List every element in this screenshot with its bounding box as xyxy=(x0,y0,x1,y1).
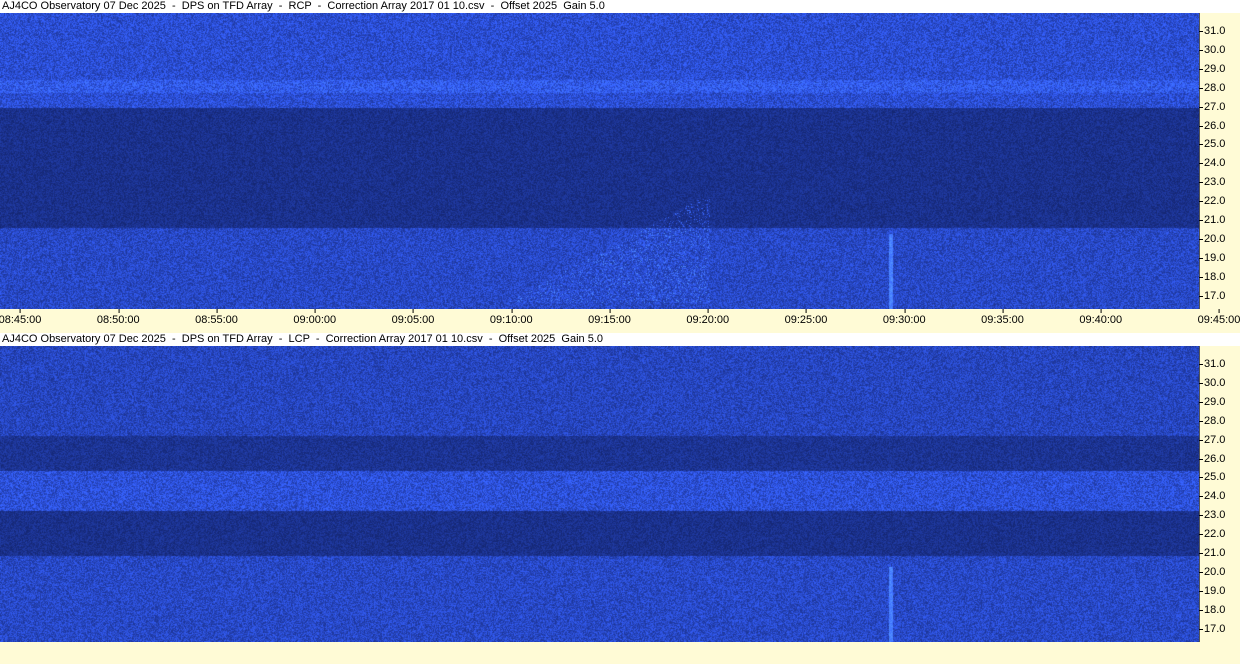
time-tick-label: 09:15:00 xyxy=(588,309,631,326)
frequency-tick-label: 23.0 xyxy=(1198,509,1226,522)
frequency-tick-label: 18.0 xyxy=(1198,603,1226,616)
frequency-tick-label: 31.0 xyxy=(1198,25,1226,37)
rcp-panel-title: AJ4CO Observatory 07 Dec 2025 - DPS on T… xyxy=(0,0,1240,13)
time-tick-label: 09:00:00 xyxy=(293,309,337,326)
lcp-panel-title: AJ4CO Observatory 07 Dec 2025 - DPS on T… xyxy=(0,333,1240,346)
frequency-tick-label: 27.0 xyxy=(1198,100,1226,113)
frequency-tick-label: 24.0 xyxy=(1198,157,1226,170)
frequency-tick-label: 28.0 xyxy=(1198,81,1226,94)
time-tick-label: 08:55:00 xyxy=(195,309,238,326)
lcp-frequency-axis: 31.0 30.0 29.0 28.0 27.0 26.0 25.0 24.0 23.0 22.0… xyxy=(1198,346,1240,642)
frequency-tick-label: 23.0 xyxy=(1198,176,1226,189)
rcp-time-axis: 08:45:00 08:50:00 08:55:00 09:00:00 09:05:00… xyxy=(0,309,1240,330)
frequency-tick-label: 26.0 xyxy=(1198,119,1226,132)
rcp-spectrogram[interactable] xyxy=(0,13,1199,309)
time-tick-label: 09:10:00 xyxy=(489,309,533,326)
frequency-tick-label: 30.0 xyxy=(1198,376,1226,389)
frequency-tick-label: 31.0 xyxy=(1198,358,1226,370)
time-tick-label: 09:05:00 xyxy=(391,309,435,326)
frequency-tick-label: 17.0 xyxy=(1198,622,1226,635)
time-tick-label: 09:30:00 xyxy=(882,309,926,326)
frequency-tick-label: 24.0 xyxy=(1198,490,1226,503)
frequency-tick-label: 25.0 xyxy=(1198,138,1226,151)
frequency-tick-label: 25.0 xyxy=(1198,471,1226,484)
frequency-tick-label: 30.0 xyxy=(1198,43,1226,56)
time-tick-label: 09:20:00 xyxy=(686,309,730,326)
frequency-tick-label: 21.0 xyxy=(1198,547,1226,559)
frequency-tick-label: 29.0 xyxy=(1198,62,1226,75)
time-tick-label: 09:40:00 xyxy=(1079,309,1123,326)
frequency-tick-label: 22.0 xyxy=(1198,195,1226,208)
time-tick-label: 09:25:00 xyxy=(784,309,828,326)
frequency-tick-label: 27.0 xyxy=(1198,433,1226,446)
frequency-tick-label: 29.0 xyxy=(1198,395,1226,408)
frequency-tick-label: 26.0 xyxy=(1198,452,1226,465)
time-tick-label: 09:45:00 xyxy=(1197,309,1240,326)
lcp-time-axis xyxy=(0,642,1240,664)
frequency-tick-label: 21.0 xyxy=(1198,214,1226,226)
time-tick-label: 08:45:00 xyxy=(0,309,42,326)
time-tick-label: 09:35:00 xyxy=(981,309,1024,326)
rcp-frequency-axis: 31.0 30.0 29.0 28.0 27.0 26.0 25.0 24.0 23.0 22.0… xyxy=(1198,13,1240,309)
frequency-tick-label: 22.0 xyxy=(1198,528,1226,541)
lcp-spectrogram[interactable] xyxy=(0,346,1199,642)
frequency-tick-label: 20.0 xyxy=(1198,232,1226,245)
frequency-tick-label: 19.0 xyxy=(1198,584,1226,597)
frequency-tick-label: 19.0 xyxy=(1198,251,1226,264)
frequency-tick-label: 17.0 xyxy=(1198,289,1226,302)
frequency-tick-label: 18.0 xyxy=(1198,270,1226,283)
frequency-tick-label: 20.0 xyxy=(1198,565,1226,578)
time-tick-label: 08:50:00 xyxy=(96,309,140,326)
frequency-tick-label: 28.0 xyxy=(1198,414,1226,427)
